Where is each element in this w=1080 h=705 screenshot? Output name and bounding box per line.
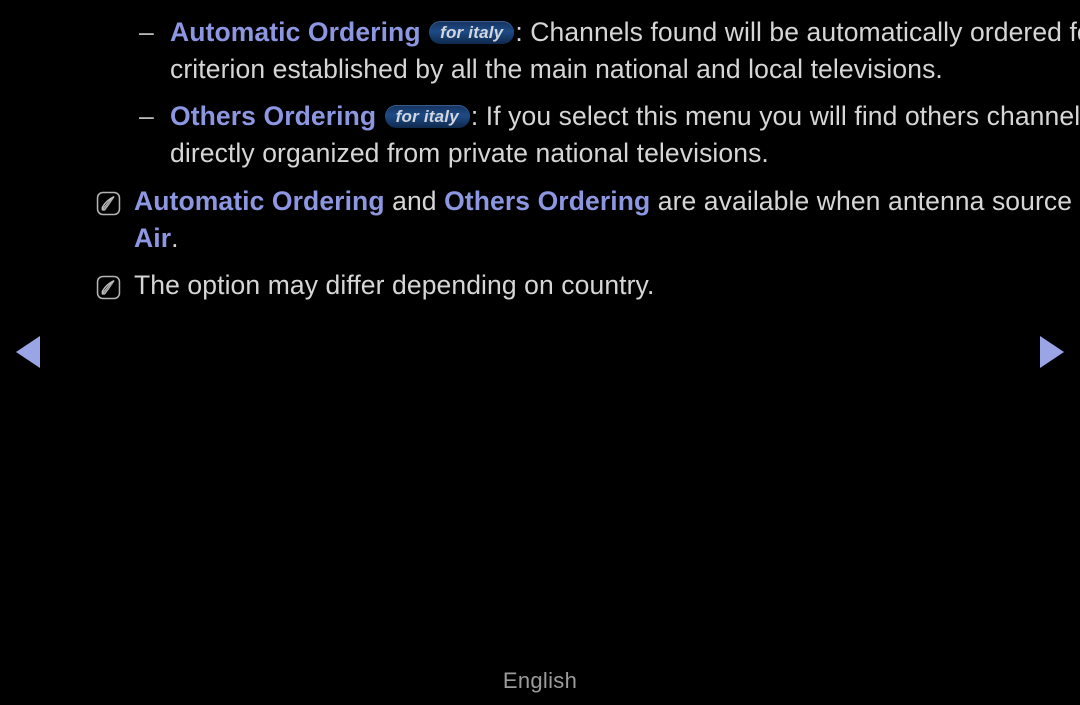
bullet-separator: :	[515, 17, 523, 47]
note-item: The option may differ depending on count…	[0, 267, 1080, 304]
for-italy-badge: for italy	[384, 105, 470, 128]
note-term-air: Air	[134, 223, 172, 253]
bullet-term: Automatic Ordering	[170, 17, 421, 47]
bullet-term: Others Ordering	[170, 101, 377, 131]
note-pen-icon	[96, 273, 121, 300]
footer-language-label: English	[502, 668, 578, 693]
bullet-item: – Others Ordering for italy: If you sele…	[0, 98, 1080, 172]
dash-marker: –	[139, 17, 154, 47]
note-term-others-ordering: Others Ordering	[444, 186, 651, 216]
next-page-arrow[interactable]	[1040, 336, 1064, 368]
note-text: The option may differ depending on count…	[134, 270, 655, 300]
note-term-automatic-ordering: Automatic Ordering	[134, 186, 385, 216]
tv-help-screen: – Automatic Ordering for italy: Channels…	[0, 0, 1080, 705]
note-text: and	[384, 186, 445, 216]
note-period: .	[171, 223, 179, 253]
note-text: are available when antenna source is set…	[657, 186, 1080, 216]
dash-marker: –	[139, 101, 154, 131]
bullet-item: – Automatic Ordering for italy: Channels…	[0, 14, 1080, 88]
previous-page-arrow[interactable]	[16, 336, 40, 368]
note-item: Automatic Ordering and Others Ordering a…	[0, 183, 1080, 257]
note-pen-icon	[96, 189, 121, 216]
for-italy-badge: for italy	[429, 21, 515, 44]
